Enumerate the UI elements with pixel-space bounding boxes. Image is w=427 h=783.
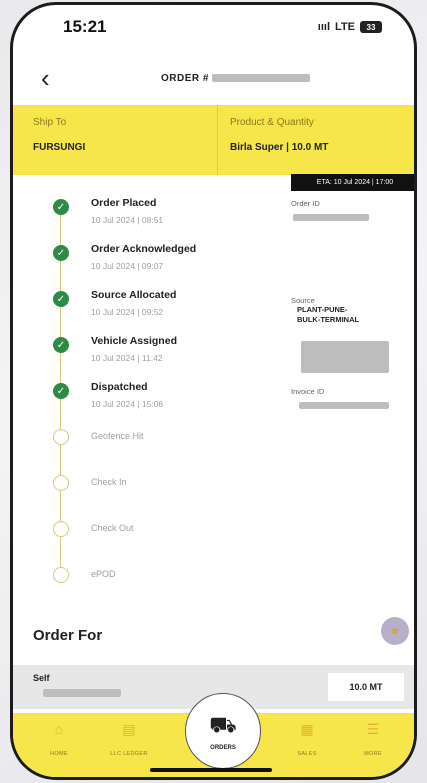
nav-item-ledger[interactable]: ▤ LLC LEDGER	[99, 721, 159, 757]
sales-icon: ▦	[300, 721, 314, 737]
redacted-invoice-id	[299, 402, 389, 409]
phone-frame: 15:21 ıııl LTE 33 ‹ ORDER # Ship To FURS…	[10, 2, 417, 780]
nav-label: SALES	[297, 751, 317, 757]
ship-to-section: Ship To FURSUNGI	[13, 105, 217, 175]
nav-item-more[interactable]: ☰ MORE	[343, 721, 403, 757]
timeline-date: 10 Jul 2024 | 09:52	[91, 307, 164, 317]
check-icon: ✓	[53, 337, 69, 353]
timeline-step-order-placed: ✓ Order Placed 10 Jul 2024 | 08:51	[53, 193, 253, 245]
redacted-order-id	[293, 214, 369, 221]
timeline-title: Geofence Hit	[91, 431, 144, 441]
redacted-vehicle-info	[301, 341, 389, 373]
source-label: Source	[291, 296, 315, 305]
home-indicator[interactable]	[150, 768, 272, 772]
timeline-title: Check In	[91, 477, 127, 487]
pending-circle-icon	[53, 429, 69, 445]
timeline-step-check-in: Check In	[53, 469, 253, 521]
battery-icon: 33	[360, 21, 382, 33]
nav-item-home[interactable]: ⌂ HOME	[29, 721, 89, 757]
check-icon: ✓	[53, 291, 69, 307]
timeline-title: Check Out	[91, 523, 134, 533]
order-details-panel: Order ID Source PLANT-PUNE- BULK-TERMINA…	[291, 199, 401, 414]
timeline-step-order-acknowledged: ✓ Order Acknowledged 10 Jul 2024 | 09:07	[53, 239, 253, 291]
timeline-step-vehicle-assigned: ✓ Vehicle Assigned 10 Jul 2024 | 11:42	[53, 331, 253, 383]
timeline-step-source-allocated: ✓ Source Allocated 10 Jul 2024 | 09:52	[53, 285, 253, 337]
timeline-step-geofence-hit: Geofence Hit	[53, 423, 253, 475]
timeline-title: Source Allocated	[91, 289, 177, 301]
timeline-date: 10 Jul 2024 | 09:07	[91, 261, 164, 271]
status-indicators: ıııl LTE 33	[318, 21, 382, 33]
pending-circle-icon	[53, 475, 69, 491]
check-icon: ✓	[53, 383, 69, 399]
timeline-title: Order Acknowledged	[91, 243, 197, 255]
share-icon: ⚭	[389, 622, 401, 639]
home-icon: ⌂	[54, 721, 64, 737]
header: ‹ ORDER #	[13, 57, 414, 101]
timeline-step-epod: ePOD	[53, 561, 253, 607]
ship-to-value: FURSUNGI	[33, 142, 86, 153]
ledger-icon: ▤	[122, 721, 136, 737]
back-button[interactable]: ‹	[41, 63, 50, 94]
signal-icon: ıııl	[317, 21, 331, 33]
timeline-step-dispatched: ✓ Dispatched 10 Jul 2024 | 15:06	[53, 377, 253, 429]
timeline-step-check-out: Check Out	[53, 515, 253, 567]
invoice-id-label: Invoice ID	[291, 387, 325, 396]
timeline-title: ePOD	[91, 569, 116, 579]
order-title-text: ORDER #	[161, 73, 209, 84]
timeline-title: Dispatched	[91, 381, 148, 393]
truck-icon: ⛟	[209, 711, 237, 737]
page-title: ORDER #	[161, 73, 311, 84]
pending-circle-icon	[53, 521, 69, 537]
check-icon: ✓	[53, 199, 69, 215]
nav-item-orders[interactable]: ⛟ ORDERS	[185, 693, 261, 769]
nav-label: MORE	[364, 751, 382, 757]
timeline-date: 10 Jul 2024 | 08:51	[91, 215, 164, 225]
order-quantity: 10.0 MT	[328, 673, 404, 701]
network-type: LTE	[335, 21, 355, 33]
timeline-title: Order Placed	[91, 197, 157, 209]
source-value-line1: PLANT-PUNE-	[297, 305, 348, 314]
nav-item-sales[interactable]: ▦ SALES	[277, 721, 337, 757]
redacted-customer-info	[43, 689, 121, 697]
check-icon: ✓	[53, 245, 69, 261]
source-value-line2: BULK-TERMINAL	[297, 315, 360, 324]
timeline-date: 10 Jul 2024 | 11:42	[91, 353, 163, 363]
order-timeline: ✓ Order Placed 10 Jul 2024 | 08:51 ✓ Ord…	[53, 193, 253, 607]
order-for-heading: Order For	[33, 627, 103, 644]
product-section: Product & Quantity Birla Super | 10.0 MT	[217, 105, 414, 175]
nav-label: ORDERS	[210, 744, 236, 751]
pending-circle-icon	[53, 567, 69, 583]
order-for-name: Self	[33, 673, 50, 683]
chevron-left-icon: ‹	[41, 63, 50, 93]
nav-label: LLC LEDGER	[110, 751, 148, 757]
timeline-title: Vehicle Assigned	[91, 335, 177, 347]
nav-label: HOME	[50, 751, 68, 757]
order-id-label: Order ID	[291, 199, 320, 208]
shipment-summary: Ship To FURSUNGI Product & Quantity Birl…	[13, 105, 414, 175]
more-icon: ☰	[366, 721, 380, 737]
eta-badge: ETA: 10 Jul 2024 | 17:00	[291, 174, 414, 191]
product-value: Birla Super | 10.0 MT	[230, 142, 329, 153]
ship-to-label: Ship To	[33, 117, 67, 128]
timeline-date: 10 Jul 2024 | 15:06	[91, 399, 164, 409]
status-bar: 15:21 ıııl LTE 33	[13, 5, 414, 49]
redacted-order-number	[212, 74, 311, 83]
status-time: 15:21	[63, 17, 107, 36]
share-button[interactable]: ⚭	[381, 617, 409, 645]
product-label: Product & Quantity	[230, 117, 314, 128]
